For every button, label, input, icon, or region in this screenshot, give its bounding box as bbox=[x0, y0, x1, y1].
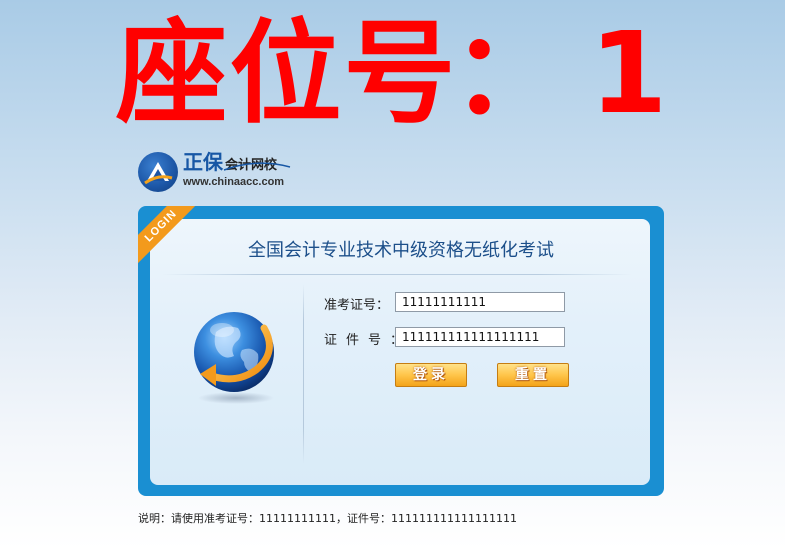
title-divider bbox=[162, 274, 632, 275]
site-logo: 正保 会计网校 www.chinaacc.com bbox=[138, 150, 338, 194]
seat-number: 1 bbox=[589, 9, 670, 139]
logo-url: www.chinaacc.com bbox=[183, 176, 285, 188]
login-panel: LOGIN 全国会计专业技术中级资格无纸化考试 准考证号： 1111111111… bbox=[138, 206, 664, 496]
globe-arrow-icon bbox=[186, 306, 286, 406]
id-number-input[interactable] bbox=[395, 327, 565, 347]
instruction-note: 说明：请使用准考证号：11111111111，证件号：1111111111111… bbox=[138, 512, 517, 525]
reset-button[interactable]: 重置 bbox=[497, 363, 569, 387]
vertical-divider bbox=[303, 284, 304, 464]
seat-label: 座位号 bbox=[115, 9, 458, 139]
exam-number-label: 准考证号： bbox=[324, 298, 390, 313]
exam-title: 全国会计专业技术中级资格无纸化考试 bbox=[248, 240, 554, 261]
seat-number-heading: 座位号： 1 bbox=[0, 4, 785, 144]
logo-swoosh-icon bbox=[223, 162, 291, 171]
exam-number-input[interactable] bbox=[395, 292, 565, 312]
chinaacc-logo-icon bbox=[138, 152, 178, 192]
seat-separator: ： bbox=[451, 9, 566, 139]
login-button[interactable]: 登录 bbox=[395, 363, 467, 387]
